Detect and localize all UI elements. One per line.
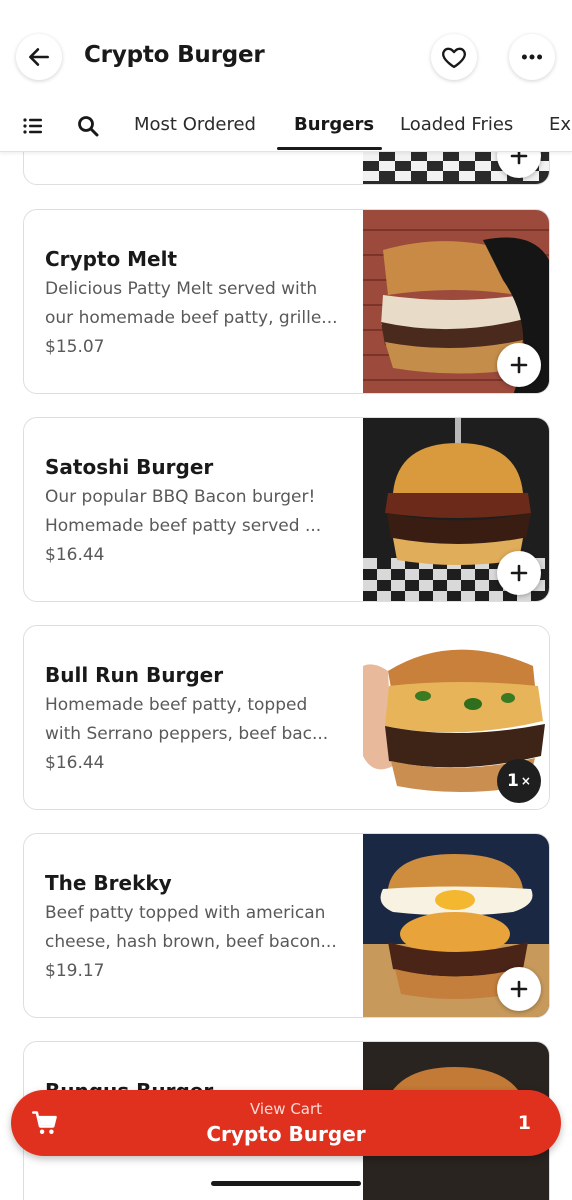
item-name: Bull Run Burger <box>45 663 224 687</box>
item-price: $16.44 <box>45 545 105 565</box>
item-photo <box>363 152 549 184</box>
add-to-cart-button[interactable] <box>497 967 541 1011</box>
cart-subtitle: View Cart <box>249 1100 323 1118</box>
item-name: Crypto Melt <box>45 247 178 271</box>
search-menu-button[interactable] <box>76 114 100 138</box>
item-description: Homemade beef patty, topped with Serrano… <box>45 695 329 744</box>
back-button[interactable] <box>16 34 62 80</box>
plus-icon <box>510 152 528 165</box>
store-header: Crypto Burger <box>0 0 572 110</box>
item-description: Beef patty topped with american cheese, … <box>45 903 337 952</box>
item-quantity: 1 <box>507 771 519 791</box>
view-cart-button[interactable]: View Cart Crypto Burger 1 <box>11 1090 561 1156</box>
cart-store-name: Crypto Burger <box>206 1122 366 1146</box>
menu-item-card[interactable]: Bull Run Burger Homemade beef patty, top… <box>23 625 550 810</box>
more-options-button[interactable] <box>509 34 555 80</box>
cart-item-count: 1 <box>517 1112 531 1134</box>
add-to-cart-button[interactable] <box>497 343 541 387</box>
plus-icon <box>510 564 528 582</box>
more-horizontal-icon <box>521 54 543 60</box>
add-to-cart-button[interactable] <box>497 551 541 595</box>
list-icon <box>23 118 42 134</box>
favorite-button[interactable] <box>431 34 477 80</box>
menu-item-card[interactable]: The Brekky Beef patty topped with americ… <box>23 833 550 1018</box>
tab-most-ordered[interactable]: Most Ordered <box>134 114 256 135</box>
item-description: Our popular BBQ Bacon burger! Homemade b… <box>45 487 322 536</box>
heart-outline-icon <box>442 47 466 69</box>
arrow-left-icon <box>29 48 49 66</box>
tab-loaded-fries[interactable]: Loaded Fries <box>400 114 513 135</box>
tab-burgers[interactable]: Burgers <box>294 114 374 135</box>
item-name: Satoshi Burger <box>45 455 214 479</box>
item-info: Crypto Melt Delicious Patty Melt served … <box>45 245 345 360</box>
plus-icon <box>510 980 528 998</box>
tab-extras[interactable]: Ex <box>549 114 571 135</box>
item-price: $15.07 <box>45 337 105 357</box>
menu-item-list: Crypto Melt Delicious Patty Melt served … <box>0 152 572 1200</box>
list-item[interactable] <box>23 152 550 185</box>
item-info: Satoshi Burger Our popular BBQ Bacon bur… <box>45 453 345 568</box>
home-indicator[interactable] <box>211 1181 361 1186</box>
item-photo: 1 × <box>363 626 549 809</box>
category-tabs: Most Ordered Burgers Loaded Fries Ex <box>0 100 572 152</box>
cart-quantity-badge[interactable]: 1 × <box>497 759 541 803</box>
quantity-multiplier: × <box>520 774 531 788</box>
item-name: The Brekky <box>45 871 172 895</box>
item-price: $16.44 <box>45 753 105 773</box>
page-title: Crypto Burger <box>84 42 265 68</box>
item-photo <box>363 210 549 393</box>
item-description: Delicious Patty Melt served with our hom… <box>45 279 338 328</box>
menu-item-card[interactable]: Crypto Melt Delicious Patty Melt served … <box>23 209 550 394</box>
menu-list-button[interactable] <box>21 114 45 138</box>
item-price: $19.17 <box>45 961 105 981</box>
item-info: Bull Run Burger Homemade beef patty, top… <box>45 661 345 776</box>
search-icon <box>78 116 99 137</box>
item-photo <box>363 834 549 1017</box>
active-tab-indicator <box>277 147 382 150</box>
item-photo <box>363 418 549 601</box>
menu-item-card[interactable]: Satoshi Burger Our popular BBQ Bacon bur… <box>23 417 550 602</box>
item-info: The Brekky Beef patty topped with americ… <box>45 869 345 984</box>
plus-icon <box>510 356 528 374</box>
